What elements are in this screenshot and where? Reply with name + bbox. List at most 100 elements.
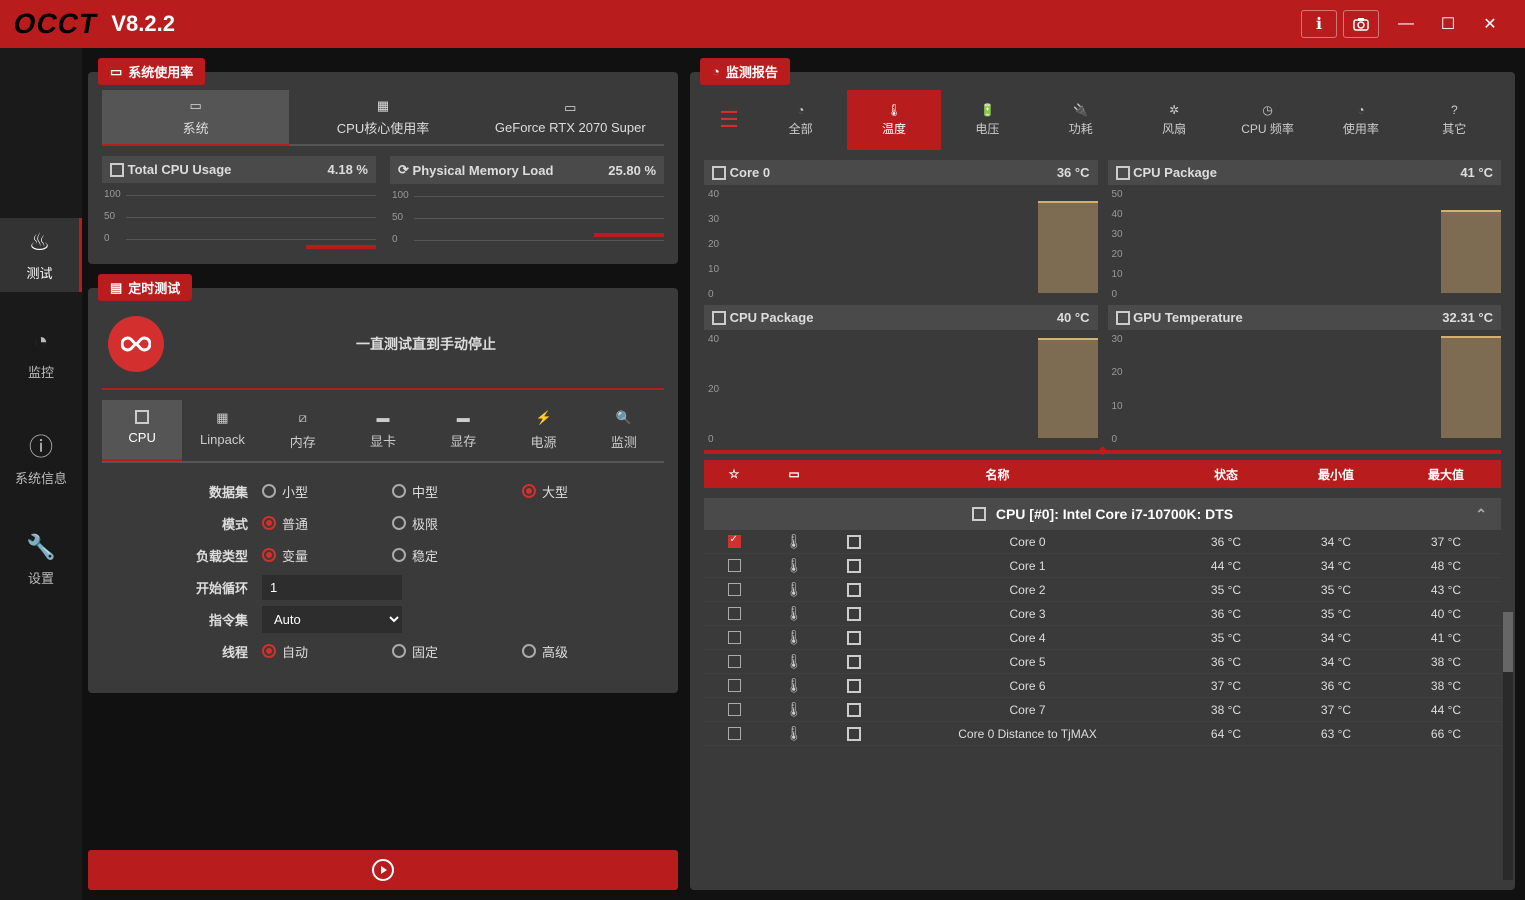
favorite-checkbox[interactable] bbox=[728, 655, 741, 668]
favorite-checkbox[interactable] bbox=[728, 535, 741, 548]
table-row[interactable]: 🌡 Core 6 37 °C 36 °C 38 °C bbox=[704, 674, 1501, 698]
star-icon: ☆ bbox=[704, 467, 764, 481]
favorite-checkbox[interactable] bbox=[728, 559, 741, 572]
nav-label: 监控 bbox=[28, 362, 54, 381]
chart-fill bbox=[1441, 210, 1501, 293]
side-nav: ♨ 测试 ◔ 监控 ⓘ 系统信息 🔧 设置 bbox=[0, 48, 82, 900]
display-toggle[interactable] bbox=[847, 655, 861, 669]
cfg-tab-monitor[interactable]: 🔍监测 bbox=[584, 400, 664, 461]
screenshot-button[interactable] bbox=[1343, 10, 1379, 38]
display-toggle[interactable] bbox=[847, 703, 861, 717]
monitor-report-panel: ◔ 监测报告 ☰ ◔全部 🌡温度 🔋电压 🔌功耗 ✲风扇 ◷CPU 频率 ◔使用… bbox=[690, 72, 1515, 890]
flame-icon: ♨ bbox=[29, 228, 51, 257]
battery-icon: 🔋 bbox=[980, 103, 995, 117]
montab-other[interactable]: ?其它 bbox=[1408, 90, 1501, 150]
label-thread: 线程 bbox=[112, 642, 262, 661]
cfg-tab-linpack[interactable]: ▦Linpack bbox=[182, 400, 262, 461]
maximize-button[interactable]: ☐ bbox=[1427, 8, 1469, 40]
plug-icon: 🔌 bbox=[1073, 103, 1088, 117]
thermometer-icon: 🌡 bbox=[785, 629, 803, 646]
app-version: V8.2.2 bbox=[111, 11, 175, 37]
radio-fixed[interactable]: 固定 bbox=[392, 642, 512, 661]
nav-label: 系统信息 bbox=[15, 468, 67, 487]
thermometer-icon: 🌡 bbox=[886, 103, 901, 117]
montab-power[interactable]: 🔌功耗 bbox=[1034, 90, 1127, 150]
favorite-checkbox[interactable] bbox=[728, 583, 741, 596]
display-toggle[interactable] bbox=[847, 535, 861, 549]
scrollbar[interactable] bbox=[1503, 612, 1513, 880]
cfg-tab-vram[interactable]: ▬显存 bbox=[423, 400, 503, 461]
cfg-tab-gpu[interactable]: ▬显卡 bbox=[343, 400, 423, 461]
nav-test[interactable]: ♨ 测试 bbox=[0, 218, 82, 292]
radio-small[interactable]: 小型 bbox=[262, 482, 382, 501]
display-toggle[interactable] bbox=[847, 607, 861, 621]
radio-auto[interactable]: 自动 bbox=[262, 642, 382, 661]
table-row[interactable]: 🌡 Core 3 36 °C 35 °C 40 °C bbox=[704, 602, 1501, 626]
label-start: 开始循环 bbox=[112, 578, 262, 597]
table-row[interactable]: 🌡 Core 0 36 °C 34 °C 37 °C bbox=[704, 530, 1501, 554]
favorite-checkbox[interactable] bbox=[728, 631, 741, 644]
minimize-button[interactable]: — bbox=[1385, 8, 1427, 40]
scrollbar-thumb[interactable] bbox=[1503, 612, 1513, 672]
infinite-button[interactable] bbox=[108, 316, 164, 372]
radio-large[interactable]: 大型 bbox=[522, 482, 642, 501]
montab-usage[interactable]: ◔使用率 bbox=[1314, 90, 1407, 150]
display-toggle[interactable] bbox=[847, 559, 861, 573]
display-toggle[interactable] bbox=[847, 679, 861, 693]
info-button[interactable]: ℹ bbox=[1301, 10, 1337, 38]
radio-stable[interactable]: 稳定 bbox=[392, 546, 512, 565]
question-icon: ? bbox=[1451, 103, 1458, 117]
chip-icon bbox=[110, 163, 124, 177]
display-toggle[interactable] bbox=[847, 583, 861, 597]
thermometer-icon: 🌡 bbox=[785, 581, 803, 598]
radio-extreme[interactable]: 极限 bbox=[392, 514, 512, 533]
radio-medium[interactable]: 中型 bbox=[392, 482, 512, 501]
favorite-checkbox[interactable] bbox=[728, 679, 741, 692]
cfg-tab-power[interactable]: ⚡电源 bbox=[503, 400, 583, 461]
montab-fan[interactable]: ✲风扇 bbox=[1128, 90, 1221, 150]
table-row[interactable]: 🌡 Core 0 Distance to TjMAX 64 °C 63 °C 6… bbox=[704, 722, 1501, 746]
table-row[interactable]: 🌡 Core 2 35 °C 35 °C 43 °C bbox=[704, 578, 1501, 602]
radio-variable[interactable]: 变量 bbox=[262, 546, 382, 565]
montab-all[interactable]: ◔全部 bbox=[754, 90, 847, 150]
cfg-tab-cpu[interactable]: CPU bbox=[102, 400, 182, 461]
radio-normal[interactable]: 普通 bbox=[262, 514, 382, 533]
chip-icon: ▦ bbox=[216, 410, 228, 426]
favorite-checkbox[interactable] bbox=[728, 703, 741, 716]
display-toggle[interactable] bbox=[847, 727, 861, 741]
instruction-set-select[interactable]: Auto bbox=[262, 606, 402, 633]
nav-monitor[interactable]: ◔ 监控 bbox=[0, 318, 82, 391]
table-row[interactable]: 🌡 Core 1 44 °C 34 °C 48 °C bbox=[704, 554, 1501, 578]
vram-icon: ▬ bbox=[457, 410, 470, 425]
start-test-button[interactable] bbox=[88, 850, 678, 890]
start-loop-input[interactable] bbox=[262, 575, 402, 600]
gauge-icon: ◔ bbox=[34, 328, 49, 356]
table-row[interactable]: 🌡 Core 4 35 °C 34 °C 41 °C bbox=[704, 626, 1501, 650]
display-toggle[interactable] bbox=[847, 631, 861, 645]
montab-voltage[interactable]: 🔋电压 bbox=[941, 90, 1034, 150]
label-mode: 模式 bbox=[112, 514, 262, 533]
table-row[interactable]: 🌡 Core 5 36 °C 34 °C 38 °C bbox=[704, 650, 1501, 674]
radio-advanced[interactable]: 高级 bbox=[522, 642, 642, 661]
metric-cpu-usage: Total CPU Usage 4.18 % 100 50 0 bbox=[102, 156, 376, 250]
nav-settings[interactable]: 🔧 设置 bbox=[0, 523, 82, 597]
divider bbox=[704, 450, 1501, 454]
gauge-icon: ◔ bbox=[712, 64, 720, 79]
monitor-menu-button[interactable]: ☰ bbox=[704, 90, 754, 150]
favorite-checkbox[interactable] bbox=[728, 727, 741, 740]
cfg-tab-memory[interactable]: ⧄内存 bbox=[263, 400, 343, 461]
sys-tab-system[interactable]: ▭ 系统 bbox=[102, 90, 289, 146]
close-button[interactable]: ✕ bbox=[1469, 8, 1511, 40]
sys-tab-cpu-cores[interactable]: ▦ CPU核心使用率 bbox=[289, 90, 476, 146]
chip-icon bbox=[1116, 311, 1130, 325]
chip-icon bbox=[1116, 166, 1130, 180]
nav-sysinfo[interactable]: ⓘ 系统信息 bbox=[0, 417, 82, 497]
sys-tab-gpu[interactable]: ▭ GeForce RTX 2070 Super bbox=[477, 90, 664, 146]
cpu-icon: ▦ bbox=[377, 98, 389, 114]
chart-line bbox=[306, 245, 376, 249]
table-row[interactable]: 🌡 Core 7 38 °C 37 °C 44 °C bbox=[704, 698, 1501, 722]
sensor-group-header[interactable]: CPU [#0]: Intel Core i7-10700K: DTS ⌃ bbox=[704, 498, 1501, 530]
montab-temp[interactable]: 🌡温度 bbox=[847, 90, 940, 150]
montab-freq[interactable]: ◷CPU 频率 bbox=[1221, 90, 1314, 150]
favorite-checkbox[interactable] bbox=[728, 607, 741, 620]
